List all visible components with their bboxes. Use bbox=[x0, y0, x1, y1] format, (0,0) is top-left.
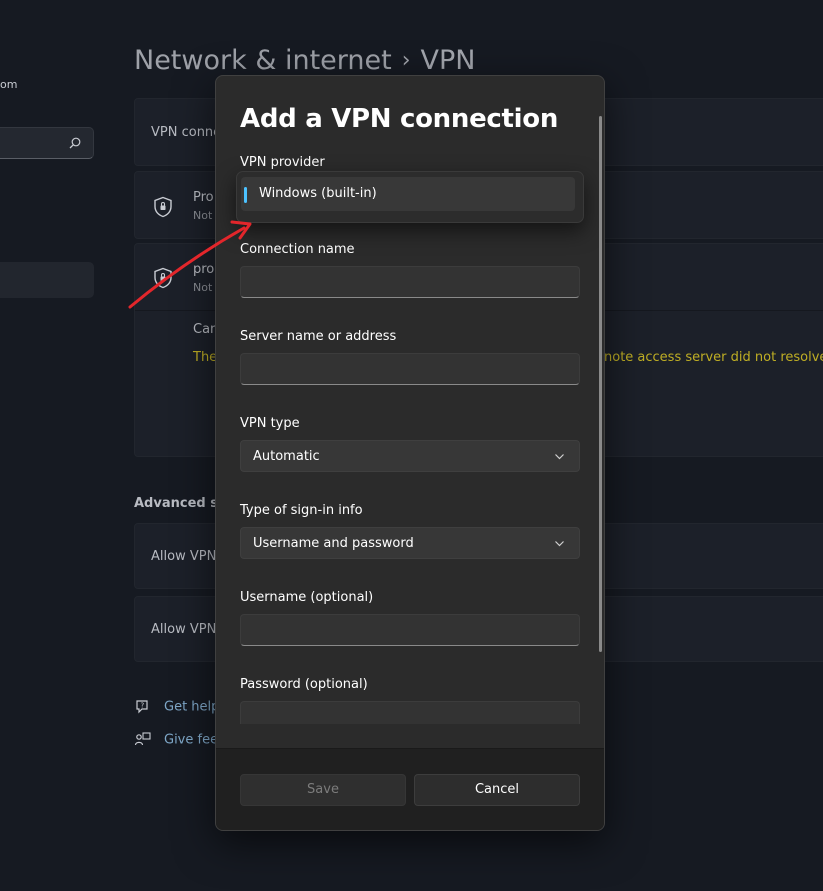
get-help-link[interactable]: ? Get help bbox=[134, 698, 219, 716]
username-label: Username (optional) bbox=[240, 590, 374, 605]
vpn-profile-status: Not bbox=[193, 209, 213, 222]
server-address-label: Server name or address bbox=[240, 329, 397, 344]
signin-type-label: Type of sign-in info bbox=[240, 503, 363, 518]
dialog-title: Add a VPN connection bbox=[240, 104, 559, 134]
page-title: Network & internet › VPN bbox=[134, 45, 475, 76]
get-help-text[interactable]: Get help bbox=[164, 700, 219, 715]
connection-name-label: Connection name bbox=[240, 242, 355, 257]
shield-icon bbox=[154, 196, 172, 218]
sidebar-account-email: om bbox=[0, 78, 18, 91]
vpn-provider-dropdown: Windows (built-in) bbox=[236, 171, 584, 223]
add-vpn-dialog: Add a VPN connection VPN provider Connec… bbox=[215, 75, 605, 831]
give-feedback-link[interactable]: Give fee bbox=[134, 731, 218, 749]
sidebar-item-network[interactable] bbox=[0, 262, 94, 298]
connection-error-text-right: note access server did not resolve. bbox=[604, 350, 823, 365]
feedback-icon bbox=[134, 732, 151, 746]
search-icon bbox=[69, 137, 81, 149]
give-feedback-text[interactable]: Give fee bbox=[164, 733, 218, 748]
signin-type-select[interactable]: Username and password bbox=[240, 527, 580, 559]
vpn-profile-name: Pro bbox=[193, 190, 214, 205]
dialog-scrollbar[interactable] bbox=[599, 116, 602, 652]
breadcrumb-parent[interactable]: Network & internet bbox=[134, 45, 392, 76]
vpn-provider-option-label: Windows (built-in) bbox=[259, 186, 377, 201]
connection-error-text: The bbox=[193, 350, 218, 365]
shield-icon bbox=[154, 267, 172, 289]
password-label: Password (optional) bbox=[240, 677, 368, 692]
vpn-profile-status: Not bbox=[193, 281, 213, 294]
breadcrumb-separator: › bbox=[401, 48, 411, 73]
vpn-type-value: Automatic bbox=[253, 449, 320, 464]
selection-indicator bbox=[244, 187, 247, 203]
vpn-type-label: VPN type bbox=[240, 416, 300, 431]
advanced-setting-label: Allow VPN bbox=[151, 622, 217, 637]
vpn-provider-option[interactable]: Windows (built-in) bbox=[241, 177, 575, 211]
vpn-profile-name: pro bbox=[193, 262, 215, 277]
dialog-scroll-area: Add a VPN connection VPN provider Connec… bbox=[216, 76, 604, 724]
vpn-type-select[interactable]: Automatic bbox=[240, 440, 580, 472]
username-input[interactable] bbox=[240, 614, 580, 646]
sidebar-search-box[interactable] bbox=[0, 127, 94, 159]
vpn-connections-label: VPN conne bbox=[151, 125, 222, 140]
chevron-down-icon bbox=[555, 454, 564, 460]
help-chat-icon: ? bbox=[136, 700, 148, 714]
cancel-button[interactable]: Cancel bbox=[414, 774, 580, 806]
chevron-down-icon bbox=[555, 541, 564, 547]
save-button[interactable]: Save bbox=[240, 774, 406, 806]
vpn-provider-label: VPN provider bbox=[240, 155, 325, 170]
connection-name-input[interactable] bbox=[240, 266, 580, 298]
password-input[interactable] bbox=[240, 701, 580, 724]
svg-text:?: ? bbox=[141, 702, 145, 710]
signin-type-value: Username and password bbox=[253, 536, 414, 551]
advanced-setting-label: Allow VPN bbox=[151, 549, 217, 564]
server-address-input[interactable] bbox=[240, 353, 580, 385]
dialog-footer: Save Cancel bbox=[216, 748, 604, 830]
breadcrumb-current: VPN bbox=[420, 45, 476, 76]
